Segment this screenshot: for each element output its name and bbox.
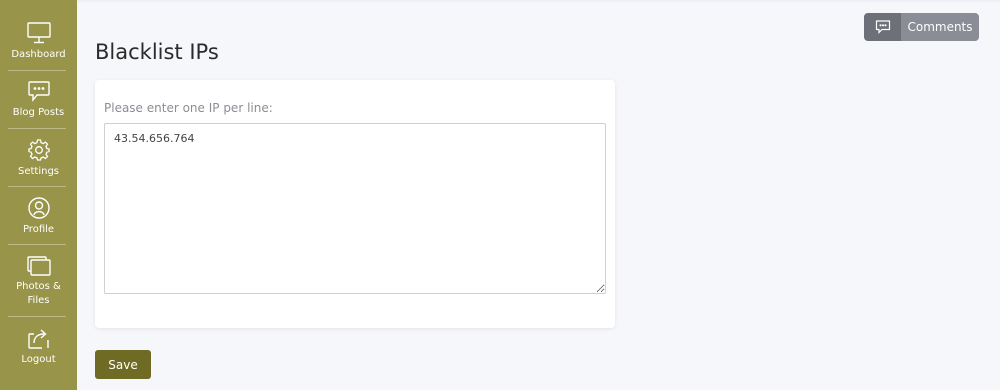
- sidebar-item-profile[interactable]: Profile: [0, 197, 77, 237]
- ip-field-label: Please enter one IP per line:: [104, 101, 273, 115]
- sidebar-item-photos-files[interactable]: Photos & Files: [0, 256, 77, 308]
- page-title: Blacklist IPs: [95, 40, 219, 64]
- sidebar-item-logout[interactable]: Logout: [0, 327, 77, 367]
- comment-icon: [875, 20, 890, 34]
- gear-icon: [27, 139, 50, 161]
- monitor-icon: [26, 22, 51, 44]
- sidebar-divider: [8, 244, 66, 245]
- sidebar-divider: [8, 128, 66, 129]
- sidebar-item-label: Profile: [22, 224, 55, 235]
- sidebar-item-label: Photos & Files: [16, 281, 61, 306]
- sidebar-item-label: Dashboard: [11, 49, 66, 60]
- ip-list-textarea[interactable]: 43.54.656.764: [104, 123, 606, 294]
- comments-label: Comments: [901, 13, 979, 41]
- blacklist-card: Please enter one IP per line: 43.54.656.…: [95, 80, 615, 328]
- comment-icon: [27, 81, 50, 102]
- save-button[interactable]: Save: [95, 350, 151, 379]
- photos-icon: [26, 256, 51, 276]
- sidebar-item-label: Settings: [17, 166, 59, 177]
- sidebar-item-blog-posts[interactable]: Blog Posts: [0, 81, 77, 120]
- sidebar-divider: [8, 316, 66, 317]
- comments-icon-wrap: [864, 13, 901, 41]
- sidebar-item-label: Logout: [21, 354, 56, 365]
- user-icon: [27, 197, 50, 219]
- sidebar: Dashboard Blog Posts Settings Profile Ph…: [0, 0, 77, 390]
- sidebar-divider: [8, 70, 66, 71]
- topbar-shadow: [77, 0, 1000, 3]
- sidebar-divider: [8, 186, 66, 187]
- sidebar-item-settings[interactable]: Settings: [0, 139, 77, 179]
- sidebar-item-dashboard[interactable]: Dashboard: [0, 22, 77, 62]
- sidebar-item-label: Blog Posts: [12, 107, 65, 118]
- logout-icon: [27, 329, 49, 349]
- comments-button[interactable]: Comments: [864, 13, 979, 41]
